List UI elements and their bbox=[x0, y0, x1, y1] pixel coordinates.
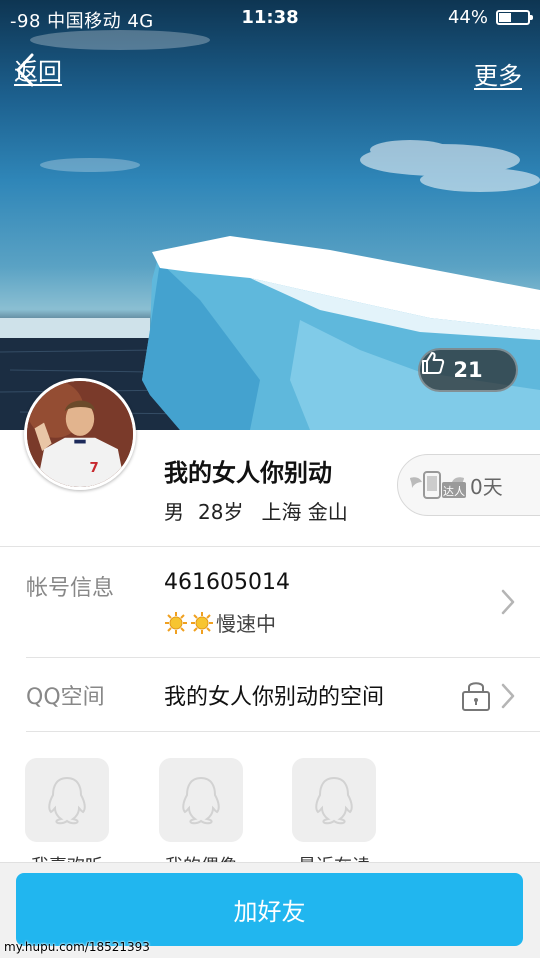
qzone-name: 我的女人你别动的空间 bbox=[164, 685, 385, 710]
thumbs-up-icon bbox=[422, 352, 445, 374]
svg-text:7: 7 bbox=[89, 461, 98, 476]
location: 上海 金山 bbox=[261, 500, 348, 524]
add-friend-button[interactable]: 加好友 bbox=[16, 873, 523, 946]
speed-status: 慢速中 bbox=[216, 612, 276, 636]
chevron-left-icon bbox=[16, 53, 34, 87]
like-count: 21 bbox=[453, 358, 483, 382]
qq-penguin-icon bbox=[48, 776, 86, 825]
divider bbox=[26, 657, 540, 658]
tile-idol[interactable] bbox=[159, 758, 243, 842]
tile-music[interactable] bbox=[25, 758, 109, 842]
cover-photo[interactable]: -98 中国移动 4G 11:38 44% 返回 更多 21 bbox=[0, 0, 540, 430]
daren-wing-icon: 达人 bbox=[410, 471, 466, 499]
age: 28岁 bbox=[198, 500, 244, 524]
daren-label: 达人 bbox=[443, 485, 465, 498]
avatar[interactable]: 7 bbox=[24, 378, 136, 490]
qq-level: 慢速中 bbox=[164, 608, 276, 637]
divider bbox=[0, 546, 540, 547]
qq-penguin-icon bbox=[182, 776, 220, 825]
account-info-label: 帐号信息 bbox=[26, 576, 115, 601]
daren-days: 0天 bbox=[470, 474, 503, 499]
profile-meta: 男 28岁 上海 金山 bbox=[164, 496, 348, 525]
nickname: 我的女人你别动 bbox=[164, 459, 332, 487]
chevron-right-icon bbox=[501, 683, 515, 709]
battery-percent: 44% bbox=[447, 7, 488, 28]
battery-icon bbox=[496, 10, 533, 25]
chevron-right-icon bbox=[501, 589, 515, 615]
sun-icon bbox=[165, 611, 187, 634]
tile-reading[interactable] bbox=[292, 758, 376, 842]
qq-penguin-icon bbox=[315, 776, 353, 825]
more-button[interactable]: 更多 bbox=[474, 56, 522, 91]
gender: 男 bbox=[164, 500, 184, 524]
watermark: my.hupu.com/18521393 bbox=[4, 940, 150, 954]
qzone-label: QQ空间 bbox=[26, 685, 105, 710]
sun-icon bbox=[191, 611, 213, 634]
back-button[interactable]: 返回 bbox=[14, 52, 62, 87]
daren-badge[interactable]: 达人 0天 bbox=[397, 454, 540, 516]
account-number: 461605014 bbox=[164, 570, 290, 595]
like-button[interactable]: 21 bbox=[418, 348, 518, 392]
lock-icon bbox=[462, 682, 490, 711]
status-bar: -98 中国移动 4G 11:38 44% bbox=[0, 0, 540, 36]
divider bbox=[26, 731, 540, 732]
